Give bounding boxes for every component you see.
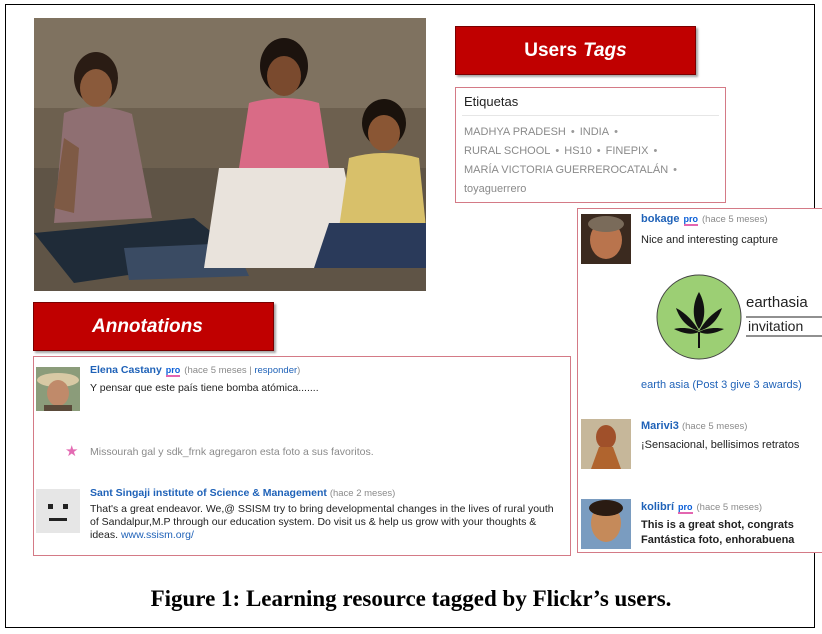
earthasia-logo[interactable]: earthasia invitation [656, 274, 822, 360]
comment-text: That's a great endeavor. We,@ SSISM try … [90, 503, 564, 542]
comment-username[interactable]: Elena Castany [90, 364, 162, 376]
users-tags-prefix: Users [524, 39, 578, 61]
comment-text: Y pensar que este país tiene bomba atómi… [90, 382, 319, 394]
tag-separator: • [653, 145, 658, 157]
tag-separator: • [596, 145, 601, 157]
comment-time: (hace 5 meses) [696, 502, 762, 513]
tag-link[interactable]: RURAL SCHOOL [464, 145, 550, 157]
comment-text: This is a great shot, congrats [641, 519, 794, 531]
children-photo [34, 18, 426, 291]
tags-panel: Etiquetas MADHYA PRADESH • INDIA • RURAL SC… [455, 87, 726, 203]
comment-header: Elena Castany pro (hace 5 meses | responde… [90, 364, 301, 377]
annotations-banner: Annotations [33, 302, 274, 351]
avatar-kolibri-image [581, 499, 631, 549]
tag-link[interactable]: INDIA [580, 126, 609, 138]
comment-header: kolibrí pro (hace 5 meses) [641, 501, 762, 514]
pro-badge[interactable]: pro [683, 214, 699, 226]
avatar-marivi-image [581, 419, 631, 469]
comment-username[interactable]: bokage [641, 213, 680, 225]
tag-link[interactable]: MARÍA VICTORIA GUERREROCATALÁN [464, 164, 668, 176]
comment-time: (hace 2 meses) [329, 488, 396, 499]
comment-time: (hace 5 meses) [702, 214, 768, 225]
comment-username[interactable]: Sant Singaji institute of Science & Mana… [90, 487, 327, 499]
tag-link[interactable]: toyaguerrero [464, 183, 526, 195]
tag-separator: • [570, 126, 575, 138]
pro-badge[interactable]: pro [165, 365, 181, 377]
comment-username[interactable]: Marivi3 [641, 420, 679, 432]
users-tags-suffix: Tags [583, 39, 627, 61]
avatar[interactable] [581, 214, 631, 264]
avatar-default-image [36, 489, 80, 533]
star-icon: ★ [65, 443, 79, 460]
avatar[interactable] [581, 419, 631, 469]
photo-illustration [34, 18, 426, 291]
comment-text-2: Fantástica foto, enhorabuena [641, 534, 795, 546]
right-comments-panel: bokage pro (hace 5 meses) Nice and interes… [577, 208, 822, 553]
avatar[interactable] [36, 367, 80, 411]
lotus-logo-icon [656, 274, 822, 360]
reply-link[interactable]: responder [254, 365, 297, 376]
annotations-panel: Elena Castany pro (hace 5 meses | responde… [33, 356, 571, 556]
avatar-elena-image [36, 367, 80, 411]
favorites-note: Missourah gal y sdk_frnk agregaron esta … [90, 446, 374, 458]
comment-username[interactable]: kolibrí [641, 501, 674, 513]
pro-badge[interactable]: pro [678, 502, 693, 514]
comment-link[interactable]: www.ssism.org/ [121, 529, 194, 541]
logo-word-invitation: invitation [748, 318, 804, 334]
tag-link[interactable]: HS10 [564, 145, 592, 157]
comment-text: ¡Sensacional, bellisimos retratos [641, 439, 800, 451]
comment-text: Nice and interesting capture [641, 234, 778, 246]
annotations-title: Annotations [92, 315, 203, 337]
tags-title: Etiquetas [464, 94, 519, 109]
logo-word-earthasia: earthasia [746, 294, 808, 311]
comment-header: Sant Singaji institute of Science & Mana… [90, 487, 395, 499]
comment-time: (hace 5 meses [184, 365, 247, 376]
comment-header: bokage pro (hace 5 meses) [641, 213, 768, 226]
tag-separator: • [555, 145, 560, 157]
group-link[interactable]: earth asia (Post 3 give 3 awards) [641, 379, 802, 391]
comment-header: Marivi3 (hace 5 meses) [641, 420, 747, 432]
users-tags-banner: Users Tags [455, 26, 696, 75]
figure-caption: Figure 1: Learning resource tagged by Fl… [150, 586, 672, 611]
avatar[interactable] [581, 499, 631, 549]
tags-list: MADHYA PRADESH • INDIA • RURAL SCHOOL • HS10 •… [464, 123, 722, 199]
comment-time: (hace 5 meses) [681, 421, 748, 432]
avatar[interactable] [36, 489, 80, 533]
tags-divider [462, 115, 719, 116]
tag-separator: • [673, 164, 678, 176]
tag-link[interactable]: FINEPIX [606, 145, 649, 157]
avatar-bokage-image [581, 214, 631, 264]
tag-link[interactable]: MADHYA PRADESH [464, 126, 566, 138]
tag-separator: • [614, 126, 618, 138]
